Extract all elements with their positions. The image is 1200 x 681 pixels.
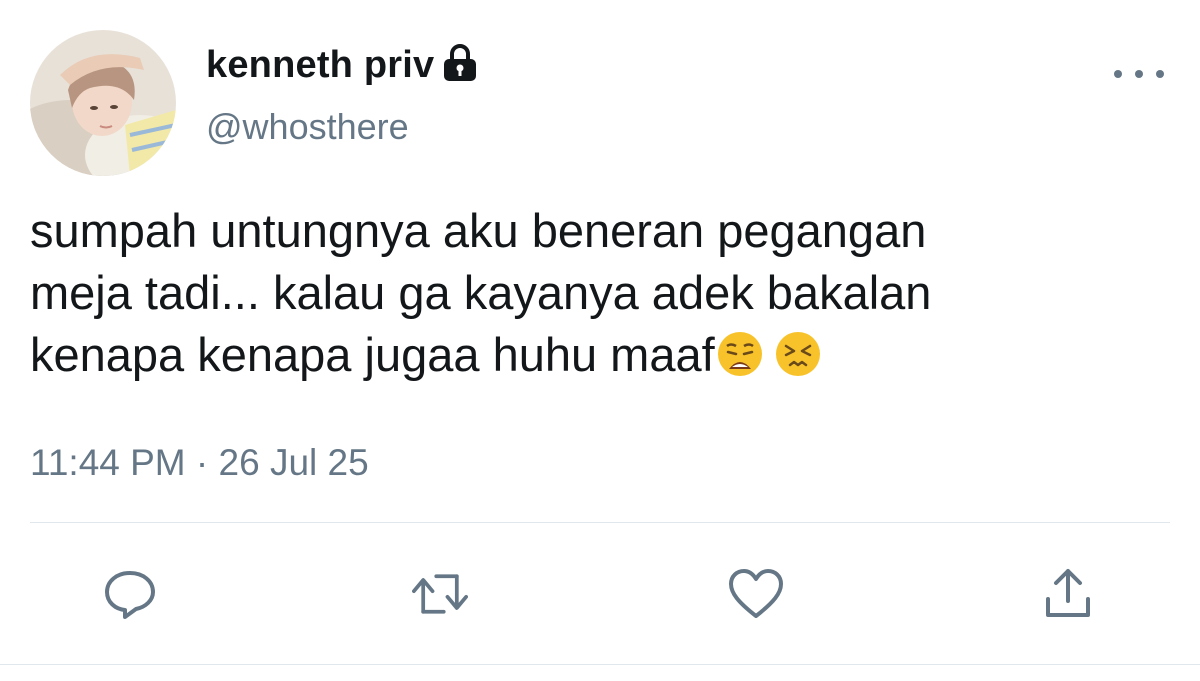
divider [30,522,1170,523]
tweet-card: kenneth priv @whosthere sumpah untungnya… [0,0,1200,681]
reply-button[interactable] [102,566,158,622]
more-options-icon[interactable] [1114,62,1164,86]
tweet-text-line: kenapa kenapa jugaa huhu maaf [30,328,715,381]
heart-icon [729,569,783,618]
retweet-button[interactable] [412,566,468,622]
weary-face-emoji [717,332,762,376]
avatar[interactable] [30,30,176,176]
dot [1135,70,1143,78]
tweet-timestamp[interactable]: 11:44 PM · 26 Jul 25 [30,442,369,484]
persevering-face-emoji [775,332,820,376]
lock-icon [442,44,478,82]
tweet-text-line: meja tadi... kalau ga kayanya adek bakal… [30,266,932,319]
share-button[interactable] [1040,566,1096,622]
tweet-text-line: sumpah untungnya aku beneran pegangan [30,204,927,257]
display-name[interactable]: kenneth priv [206,44,434,87]
dot [1156,70,1164,78]
retweet-icon [412,574,468,614]
user-handle[interactable]: @whosthere [206,106,409,148]
share-icon [1046,569,1090,617]
dot [1114,70,1122,78]
like-button[interactable] [728,566,784,622]
user-name-row: kenneth priv [206,40,478,90]
avatar-photo [30,30,176,176]
tweet-text: sumpah untungnya aku beneran pegangan me… [30,200,1170,386]
divider [0,664,1200,665]
reply-icon [105,571,155,619]
